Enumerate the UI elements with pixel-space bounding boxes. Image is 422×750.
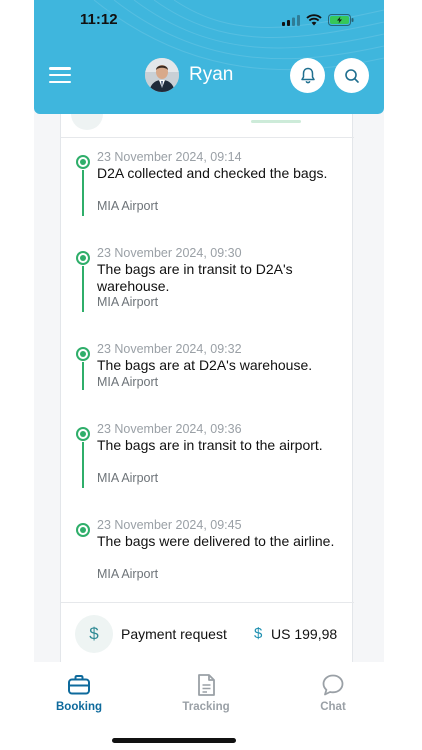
menu-icon[interactable] <box>49 67 71 83</box>
timeline-text: D2A collected and checked the bags. <box>97 165 328 181</box>
user-name: Ryan <box>189 64 234 85</box>
payment-request-row[interactable]: $ Payment request $ US 199,98 <box>61 602 354 666</box>
timeline-place: MIA Airport <box>97 375 159 389</box>
nav-booking[interactable]: Booking <box>39 672 119 713</box>
app-screen: 11:12 Ryan 23 November 2024, 09:14 D2A c… <box>34 0 384 750</box>
bottom-navigation: Booking Tracking Chat <box>34 662 384 750</box>
nav-chat[interactable]: Chat <box>293 672 373 713</box>
payment-currency-symbol: $ <box>254 625 263 642</box>
timeline-text: The bags are at D2A's warehouse. <box>97 357 313 373</box>
timeline-place: MIA Airport <box>97 199 159 213</box>
status-time: 11:12 <box>80 11 118 28</box>
timeline-text: The bags are in transit to D2A's warehou… <box>97 261 293 294</box>
timeline-line <box>82 266 84 312</box>
timeline-place: MIA Airport <box>97 295 159 309</box>
nav-tracking-label: Tracking <box>182 701 230 713</box>
nav-tracking[interactable]: Tracking <box>166 672 246 713</box>
timeline-date: 23 November 2024, 09:36 <box>97 422 242 436</box>
avatar[interactable] <box>145 58 179 92</box>
home-indicator <box>112 738 236 743</box>
timeline-dot <box>76 155 90 169</box>
nav-booking-label: Booking <box>56 701 102 713</box>
chat-bubble-icon <box>322 674 344 696</box>
document-icon <box>198 674 215 696</box>
timeline-date: 23 November 2024, 09:32 <box>97 342 242 356</box>
payment-label: Payment request <box>121 626 227 642</box>
timeline-dot <box>76 251 90 265</box>
status-icons <box>282 14 354 26</box>
search-icon <box>344 68 359 83</box>
dollar-icon: $ <box>75 615 113 653</box>
tracking-card: 23 November 2024, 09:14 D2A collected an… <box>60 98 354 666</box>
timeline-place: MIA Airport <box>97 471 159 485</box>
timeline-date: 23 November 2024, 09:45 <box>97 518 242 532</box>
timeline-dot <box>76 347 90 361</box>
timeline-date: 23 November 2024, 09:14 <box>97 150 242 164</box>
notifications-button[interactable] <box>290 58 325 93</box>
battery-charging-icon <box>328 14 354 26</box>
wifi-icon <box>306 14 322 26</box>
bell-icon <box>300 67 315 84</box>
timeline-text: The bags are in transit to the airport. <box>97 437 323 453</box>
timeline-dot <box>76 427 90 441</box>
timeline-line <box>82 170 84 216</box>
timeline-dot <box>76 523 90 537</box>
briefcase-icon <box>68 675 90 695</box>
app-header: 11:12 Ryan <box>34 0 384 114</box>
search-button[interactable] <box>334 58 369 93</box>
timeline-line <box>82 362 84 390</box>
timeline-place: MIA Airport <box>97 567 159 581</box>
timeline-text: The bags were delivered to the airline. <box>97 533 335 549</box>
timeline-date: 23 November 2024, 09:30 <box>97 246 242 260</box>
payment-amount: US 199,98 <box>271 626 338 642</box>
cellular-icon <box>282 14 300 26</box>
nav-chat-label: Chat <box>320 701 346 713</box>
timeline-line <box>82 442 84 488</box>
